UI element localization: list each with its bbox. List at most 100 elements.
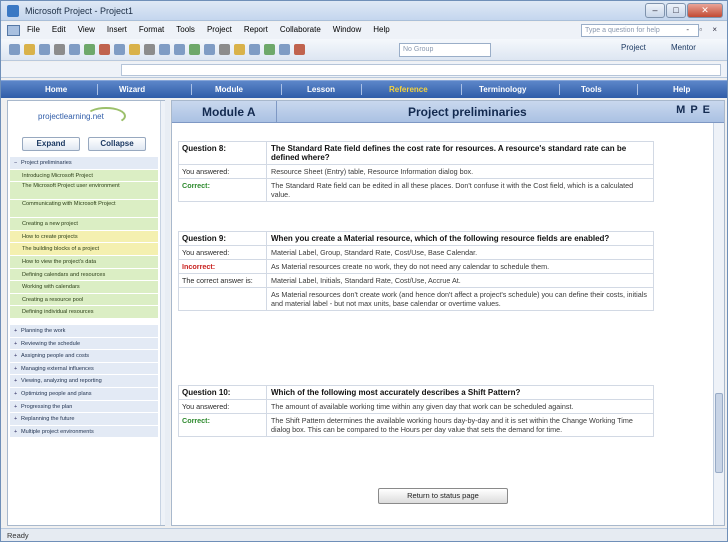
menu-window[interactable]: Window	[333, 25, 361, 34]
undo-icon[interactable]	[159, 44, 170, 55]
expand-button[interactable]: Expand	[22, 137, 80, 151]
assign-resources-icon[interactable]	[264, 44, 275, 55]
tree-item-introducing[interactable]: Introducing Microsoft Project	[10, 169, 158, 183]
tree-item-multiple-projects[interactable]: + Multiple project environments	[10, 425, 158, 439]
nav-separator	[559, 84, 560, 95]
unlink-icon[interactable]	[204, 44, 215, 55]
panel-splitter[interactable]	[165, 100, 170, 526]
scroll-thumb[interactable]	[715, 393, 723, 473]
tree-item-resource-pool[interactable]: Creating a resource pool	[10, 293, 158, 307]
format-painter-icon[interactable]	[144, 44, 155, 55]
task-info-icon[interactable]	[234, 44, 245, 55]
tree-item-assigning[interactable]: + Assigning people and costs	[10, 350, 158, 363]
menu-insert[interactable]: Insert	[107, 25, 127, 34]
tree-item-building-blocks[interactable]: The building blocks of a project	[10, 243, 158, 256]
result-label: Incorrect:	[179, 260, 267, 273]
expand-toggle-icon[interactable]: +	[14, 325, 21, 337]
menu-report[interactable]: Report	[244, 25, 268, 34]
correct-answer-label: The correct answer is:	[179, 274, 267, 287]
e-button[interactable]: E	[703, 104, 710, 116]
expand-toggle-icon[interactable]: +	[14, 363, 21, 375]
tree-item-optimizing[interactable]: + Optimizing people and plans	[10, 387, 158, 401]
tree-item-creating-project[interactable]: Creating a new project	[10, 218, 158, 231]
tree-item-progressing[interactable]: + Progressing the plan	[10, 400, 158, 414]
p-button[interactable]: P	[690, 104, 697, 116]
nav-home[interactable]: Home	[45, 85, 67, 94]
menu-edit[interactable]: Edit	[52, 25, 66, 34]
nav-reference[interactable]: Reference	[389, 85, 428, 94]
print-icon[interactable]	[54, 44, 65, 55]
minimize-button[interactable]: –	[645, 3, 665, 18]
collapse-toggle-icon[interactable]: −	[14, 157, 21, 169]
notes-icon[interactable]	[249, 44, 260, 55]
return-to-status-button[interactable]: Return to status page	[378, 488, 508, 504]
mentor-button[interactable]: Mentor	[671, 43, 696, 52]
expand-toggle-icon[interactable]: +	[14, 388, 21, 400]
redo-icon[interactable]	[174, 44, 185, 55]
help-search-input[interactable]: Type a question for help	[581, 24, 699, 37]
new-icon[interactable]	[9, 44, 20, 55]
menu-file[interactable]: File	[27, 25, 40, 34]
menu-help[interactable]: Help	[373, 25, 389, 34]
spelling-icon[interactable]	[84, 44, 95, 55]
tree-item-defining-calendars[interactable]: Defining calendars and resources	[10, 268, 158, 282]
nav-module[interactable]: Module	[215, 85, 243, 94]
nav-tools[interactable]: Tools	[581, 85, 602, 94]
cut-icon[interactable]	[99, 44, 110, 55]
collapse-button[interactable]: Collapse	[88, 137, 146, 151]
answered-label: You answered:	[179, 246, 267, 259]
print-preview-icon[interactable]	[69, 44, 80, 55]
project-app-icon	[7, 5, 19, 17]
save-icon[interactable]	[39, 44, 50, 55]
tree-item-working-calendars[interactable]: Working with calendars	[10, 281, 158, 294]
expand-toggle-icon[interactable]: +	[14, 401, 21, 413]
result-label: Correct:	[179, 179, 267, 201]
tree-item-external[interactable]: + Managing external influences	[10, 362, 158, 376]
answered-text: Resource Sheet (Entry) table, Resource I…	[271, 167, 474, 176]
entry-field[interactable]	[121, 64, 721, 76]
answered-label: You answered:	[179, 400, 267, 413]
expand-toggle-icon[interactable]: +	[14, 413, 21, 425]
document-icon[interactable]	[7, 25, 20, 36]
menu-collaborate[interactable]: Collaborate	[280, 25, 321, 34]
project-guide-button[interactable]: Project	[621, 43, 646, 52]
nav-lesson[interactable]: Lesson	[307, 85, 335, 94]
explanation-row: As Material resources don't create work …	[179, 288, 653, 310]
tree-item-view-data[interactable]: How to view the project's data	[10, 255, 158, 269]
tree-item-how-to-create[interactable]: How to create projects	[10, 230, 158, 244]
maximize-button[interactable]: □	[666, 3, 686, 18]
tree-item-viewing[interactable]: + Viewing, analyzing and reporting	[10, 375, 158, 388]
expand-toggle-icon[interactable]: +	[14, 375, 21, 387]
menu-format[interactable]: Format	[139, 25, 164, 34]
group-by-select[interactable]: No Group	[399, 43, 491, 57]
expand-toggle-icon[interactable]: +	[14, 338, 21, 350]
expand-toggle-icon[interactable]: +	[14, 426, 21, 438]
answer-row: You answered: Material Label, Group, Sta…	[179, 246, 653, 260]
link-icon[interactable]	[189, 44, 200, 55]
content-scrollbar[interactable]	[713, 123, 724, 525]
menu-project[interactable]: Project	[207, 25, 232, 34]
menu-tools[interactable]: Tools	[176, 25, 195, 34]
paste-icon[interactable]	[129, 44, 140, 55]
nav-wizard[interactable]: Wizard	[119, 85, 145, 94]
status-text: Ready	[7, 531, 29, 540]
split-icon[interactable]	[219, 44, 230, 55]
tree-item-user-environment[interactable]: The Microsoft Project user environment	[10, 182, 158, 201]
copy-icon[interactable]	[114, 44, 125, 55]
document-window-controls[interactable]: - ▫ ×	[686, 25, 721, 34]
copy-picture-icon[interactable]	[294, 44, 305, 55]
publish-icon[interactable]	[279, 44, 290, 55]
tree-item-communicating[interactable]: Communicating with Microsoft Project	[10, 200, 158, 219]
close-button[interactable]: ✕	[687, 3, 723, 18]
expand-toggle-icon[interactable]: +	[14, 350, 21, 362]
nav-terminology[interactable]: Terminology	[479, 85, 526, 94]
tree-item-reviewing[interactable]: + Reviewing the schedule	[10, 337, 158, 351]
tree-item-individual-resources[interactable]: Defining individual resources	[10, 306, 158, 319]
tree-item-planning[interactable]: + Planning the work	[10, 324, 158, 338]
tree-item-project-preliminaries[interactable]: − Project preliminaries	[10, 157, 158, 170]
menu-view[interactable]: View	[78, 25, 95, 34]
open-icon[interactable]	[24, 44, 35, 55]
nav-help[interactable]: Help	[673, 85, 690, 94]
m-button[interactable]: M	[676, 104, 685, 116]
tree-item-replanning[interactable]: + Replanning the future	[10, 413, 158, 426]
